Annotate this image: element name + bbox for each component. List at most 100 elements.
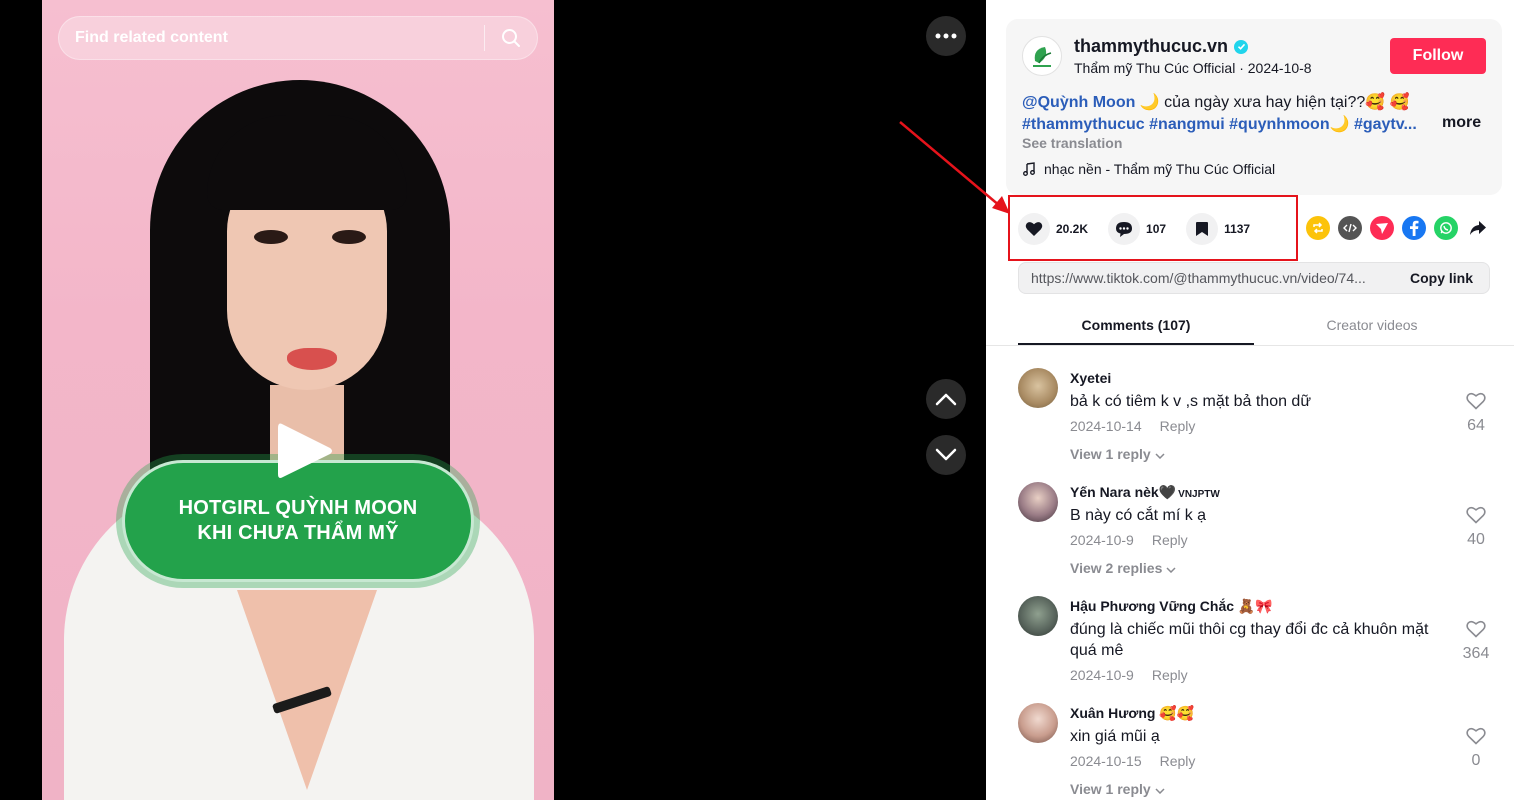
- commenter-avatar[interactable]: [1018, 368, 1058, 408]
- next-video-button[interactable]: [926, 435, 966, 475]
- caption-more-link[interactable]: more: [1442, 114, 1481, 132]
- whatsapp-icon[interactable]: [1434, 216, 1458, 240]
- comment-like[interactable]: 364: [1460, 620, 1492, 663]
- reply-button[interactable]: Reply: [1160, 753, 1196, 769]
- comment-like-count: 40: [1467, 531, 1485, 548]
- follow-button[interactable]: Follow: [1390, 38, 1486, 74]
- comment-text: B này có cắt mí k ạ: [1070, 507, 1207, 524]
- annotation-highlight-box: [1008, 195, 1298, 261]
- details-panel: thammythucuc.vn Thẩm mỹ Thu Cúc Official…: [986, 0, 1514, 800]
- heart-outline-icon[interactable]: [1466, 506, 1486, 524]
- comment-meta: 2024-10-14 Reply: [1070, 418, 1195, 434]
- comment-like[interactable]: 64: [1460, 392, 1492, 435]
- comment-meta: 2024-10-9 Reply: [1070, 532, 1188, 548]
- caption-hashtags[interactable]: #thammythucuc #nangmui #quynhmoon🌙 #gayt…: [1022, 116, 1417, 133]
- share-arrow-icon[interactable]: [1466, 216, 1490, 240]
- creator-avatar[interactable]: [1022, 36, 1062, 76]
- comment-item: Yến Nara nèk🖤 VNJPTW B này có cắt mí k ạ …: [986, 476, 1514, 586]
- chevron-down-icon: [1166, 567, 1176, 574]
- music-title[interactable]: nhạc nền - Thẩm mỹ Thu Cúc Official: [1044, 161, 1275, 177]
- ellipsis-icon: [935, 33, 957, 39]
- reply-button[interactable]: Reply: [1160, 418, 1196, 434]
- comment-like-count: 64: [1467, 417, 1485, 434]
- leaf-logo-icon: [1033, 47, 1052, 67]
- comment-like-count: 364: [1462, 645, 1490, 662]
- comment-item: Hậu Phương Vững Chắc 🧸🎀 đúng là chiếc mũ…: [986, 590, 1514, 700]
- username-text[interactable]: thammythucuc.vn: [1074, 36, 1228, 57]
- see-translation-link[interactable]: See translation: [1022, 135, 1122, 151]
- creator-username[interactable]: thammythucuc.vn: [1074, 36, 1249, 57]
- promo-line-1: HOTGIRL QUỲNH MOON: [178, 497, 418, 519]
- view-replies-link[interactable]: View 1 reply: [1070, 446, 1165, 462]
- tab-comments[interactable]: Comments (107): [1018, 307, 1254, 345]
- caption-mention[interactable]: @Quỳnh Moon: [1022, 94, 1135, 111]
- share-icons: [1306, 216, 1490, 240]
- commenter-avatar[interactable]: [1018, 482, 1058, 522]
- reply-button[interactable]: Reply: [1152, 532, 1188, 548]
- previous-video-button[interactable]: [926, 379, 966, 419]
- commenter-avatar[interactable]: [1018, 703, 1058, 743]
- search-placeholder[interactable]: Find related content: [59, 29, 484, 47]
- music-note-icon: [1023, 162, 1035, 176]
- comment-item: Xuân Hương 🥰🥰 xin giá mũi ạ 2024-10-15 Re…: [986, 697, 1514, 800]
- comment-like-count: 0: [1471, 752, 1481, 769]
- subline-dot: ·: [1239, 60, 1248, 76]
- commenter-name[interactable]: Xyetei: [1070, 370, 1111, 386]
- creator-display-name: Thẩm mỹ Thu Cúc Official: [1074, 60, 1236, 76]
- comment-text: bả k có tiêm k v ,s mặt bả thon dữ: [1070, 393, 1312, 410]
- send-icon[interactable]: [1370, 216, 1394, 240]
- copy-link-box: https://www.tiktok.com/@thammythucuc.vn/…: [1018, 262, 1490, 294]
- view-replies-link[interactable]: View 2 replies: [1070, 560, 1176, 576]
- chevron-up-icon: [935, 393, 957, 406]
- heart-outline-icon[interactable]: [1466, 620, 1486, 638]
- verified-badge-icon: [1234, 39, 1249, 54]
- tiktok-video-page: Find related content HOTGIRL QUỲNH MOON …: [0, 0, 1514, 800]
- search-icon[interactable]: [485, 16, 537, 60]
- comment-date: 2024-10-9: [1070, 667, 1134, 683]
- comment-text: xin giá mũi ạ: [1070, 728, 1160, 745]
- chevron-down-icon: [1155, 788, 1165, 795]
- video-player[interactable]: Find related content HOTGIRL QUỲNH MOON …: [42, 0, 554, 800]
- comment-like[interactable]: 40: [1460, 506, 1492, 549]
- comment-text: đúng là chiếc mũi thôi cg thay đổi đc cả…: [1070, 621, 1429, 659]
- caption-text: 🌙 của ngày xưa hay hiện tại??🥰 🥰: [1135, 94, 1410, 111]
- copy-link-button[interactable]: Copy link: [1394, 270, 1489, 286]
- heart-outline-icon[interactable]: [1466, 392, 1486, 410]
- commenter-badge: VNJPTW: [1178, 489, 1220, 500]
- comment-meta: 2024-10-9 Reply: [1070, 667, 1188, 683]
- tab-creator-videos[interactable]: Creator videos: [1254, 307, 1490, 345]
- find-related-search[interactable]: Find related content: [58, 16, 538, 60]
- commenter-avatar[interactable]: [1018, 596, 1058, 636]
- comment-date: 2024-10-15: [1070, 753, 1142, 769]
- commenter-name[interactable]: Hậu Phương Vững Chắc 🧸🎀: [1070, 598, 1273, 615]
- video-subject-lips: [287, 348, 337, 370]
- video-subject-eye: [254, 230, 288, 244]
- commenter-name[interactable]: Yến Nara nèk🖤 VNJPTW: [1070, 484, 1220, 501]
- chevron-down-icon: [935, 448, 957, 461]
- repost-icon[interactable]: [1306, 216, 1330, 240]
- comment-date: 2024-10-14: [1070, 418, 1142, 434]
- facebook-icon[interactable]: [1402, 216, 1426, 240]
- comment-like[interactable]: 0: [1460, 727, 1492, 770]
- post-info-card: thammythucuc.vn Thẩm mỹ Thu Cúc Official…: [1006, 19, 1502, 195]
- video-subject-eye: [332, 230, 366, 244]
- panel-tabs: Comments (107) Creator videos: [1018, 307, 1490, 345]
- post-caption: @Quỳnh Moon 🌙 của ngày xưa hay hiện tại?…: [1022, 92, 1482, 136]
- promo-line-2: KHI CHƯA THẨM MỸ: [197, 522, 399, 544]
- tabs-divider: [986, 345, 1514, 346]
- play-icon[interactable]: [276, 420, 336, 482]
- embed-icon[interactable]: [1338, 216, 1362, 240]
- view-replies-link[interactable]: View 1 reply: [1070, 781, 1165, 797]
- post-date: 2024-10-8: [1247, 60, 1312, 76]
- heart-outline-icon[interactable]: [1466, 727, 1486, 745]
- reply-button[interactable]: Reply: [1152, 667, 1188, 683]
- comment-meta: 2024-10-15 Reply: [1070, 753, 1195, 769]
- chevron-down-icon: [1155, 453, 1165, 460]
- comment-date: 2024-10-9: [1070, 532, 1134, 548]
- commenter-name[interactable]: Xuân Hương 🥰🥰: [1070, 705, 1194, 722]
- video-url[interactable]: https://www.tiktok.com/@thammythucuc.vn/…: [1019, 270, 1394, 286]
- music-info[interactable]: nhạc nền - Thẩm mỹ Thu Cúc Official: [1022, 161, 1275, 177]
- video-area: Find related content HOTGIRL QUỲNH MOON …: [0, 0, 986, 800]
- more-options-button[interactable]: [926, 16, 966, 56]
- comment-item: Xyetei bả k có tiêm k v ,s mặt bả thon d…: [986, 362, 1514, 472]
